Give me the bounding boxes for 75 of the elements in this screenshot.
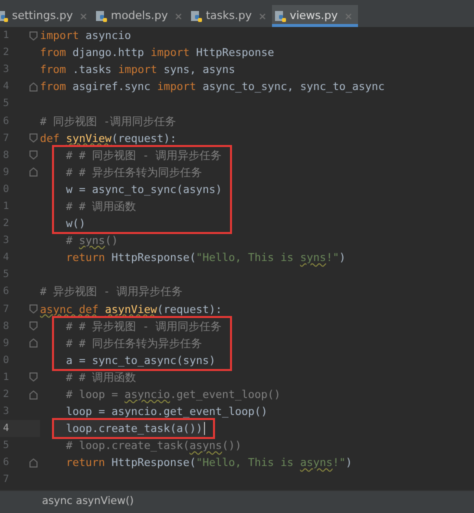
fold-icon[interactable] — [29, 150, 38, 160]
code-line: from .tasks import syns, asyns — [40, 62, 236, 78]
code-line: loop.create_task(a()) — [65, 421, 203, 436]
code-line: # loop.create_task(asyns()) — [65, 438, 242, 454]
line-number: 3 — [2, 63, 9, 78]
code-line: # # 异步任务转为同步任务 — [65, 164, 202, 180]
file-tab[interactable]: tasks.py — [188, 5, 272, 27]
python-file-icon — [94, 10, 108, 22]
line-number: 7 — [2, 302, 9, 317]
line-number: 4 — [2, 422, 9, 436]
line-number: 9 — [2, 166, 9, 180]
fold-icon[interactable] — [29, 304, 38, 314]
fold-icon[interactable] — [29, 30, 38, 41]
code-line: import asyncio — [40, 28, 132, 44]
fold-icon[interactable] — [29, 372, 38, 382]
code-line: return HttpResponse("Hello, This is asyns!") — [65, 455, 352, 470]
text-caret — [204, 422, 206, 436]
line-number: 8 — [2, 320, 9, 334]
line-number: 3 — [2, 234, 9, 248]
code-line: # syns() — [65, 233, 118, 248]
line-number: 4 — [2, 251, 9, 266]
line-number: 6 — [2, 285, 9, 300]
close-icon[interactable] — [80, 12, 87, 20]
close-icon[interactable] — [258, 12, 266, 20]
code-line: return HttpResponse("Hello, This is syns!") — [65, 250, 346, 266]
fold-icon[interactable] — [29, 321, 38, 332]
file-tab[interactable]: views.py — [272, 5, 358, 27]
line-number: 1 — [2, 29, 9, 44]
line-number: 7 — [2, 132, 9, 146]
line-number: 0 — [2, 182, 9, 197]
close-icon[interactable] — [174, 12, 182, 20]
fold-end-icon[interactable] — [29, 82, 38, 92]
code-line: w() — [65, 216, 86, 232]
code-line: # # 异步视图 - 调用同步任务 — [65, 318, 222, 334]
line-number: 1 — [2, 370, 9, 385]
code-line: # # 同步视图 - 调用异步任务 — [65, 148, 222, 163]
line-number: 2 — [2, 388, 9, 402]
code-line: w = async_to_sync(asyns) — [65, 182, 222, 197]
code-line: # 异步视图 - 调用异步任务 — [40, 284, 183, 300]
line-number: 5 — [2, 439, 9, 454]
code-line: # loop = asyncio.get_event_loop() — [65, 387, 281, 402]
code-line: def synView(request): — [40, 130, 177, 146]
line-number: 2 — [2, 217, 9, 232]
fold-end-icon[interactable] — [29, 458, 38, 468]
line-number: 7 — [2, 473, 9, 488]
code-line: from django.http import HttpResponse — [40, 45, 274, 60]
code-line: # 同步视图 -调用同步任务 — [40, 114, 176, 129]
line-number: 0 — [2, 354, 9, 368]
line-number: 2 — [2, 46, 9, 60]
python-file-icon — [190, 10, 203, 22]
code-line: from asgiref.sync import async_to_sync, sync_to_async — [40, 79, 385, 94]
line-number: 3 — [2, 405, 9, 420]
file-tab[interactable]: models.py — [92, 5, 188, 27]
breadcrumb[interactable]: async asynView() — [42, 494, 134, 510]
code-line: a = sync_to_async(syns) — [65, 352, 216, 368]
line-number: 9 — [2, 336, 9, 351]
fold-end-icon[interactable] — [29, 390, 38, 400]
code-line: # # 同步任务转为异步任务 — [65, 336, 202, 351]
line-number: 5 — [2, 97, 9, 112]
code-line: async def asynView(request): — [40, 302, 222, 317]
line-number: 5 — [2, 268, 9, 282]
code-line: # # 调用函数 — [65, 198, 136, 214]
line-number: 6 — [2, 456, 9, 470]
fold-end-icon[interactable] — [29, 167, 38, 178]
python-file-icon — [274, 10, 287, 22]
code-line: # # 调用函数 — [65, 370, 136, 385]
line-number: 8 — [2, 148, 9, 163]
line-number: 1 — [2, 200, 9, 214]
fold-end-icon[interactable] — [29, 338, 38, 348]
close-icon[interactable] — [344, 12, 352, 20]
line-number: 4 — [2, 80, 9, 94]
code-line: loop = asyncio.get_event_loop() — [65, 404, 268, 420]
fold-icon[interactable] — [29, 133, 38, 144]
file-tab[interactable]: settings.py — [0, 5, 93, 27]
line-number: 6 — [2, 114, 9, 129]
